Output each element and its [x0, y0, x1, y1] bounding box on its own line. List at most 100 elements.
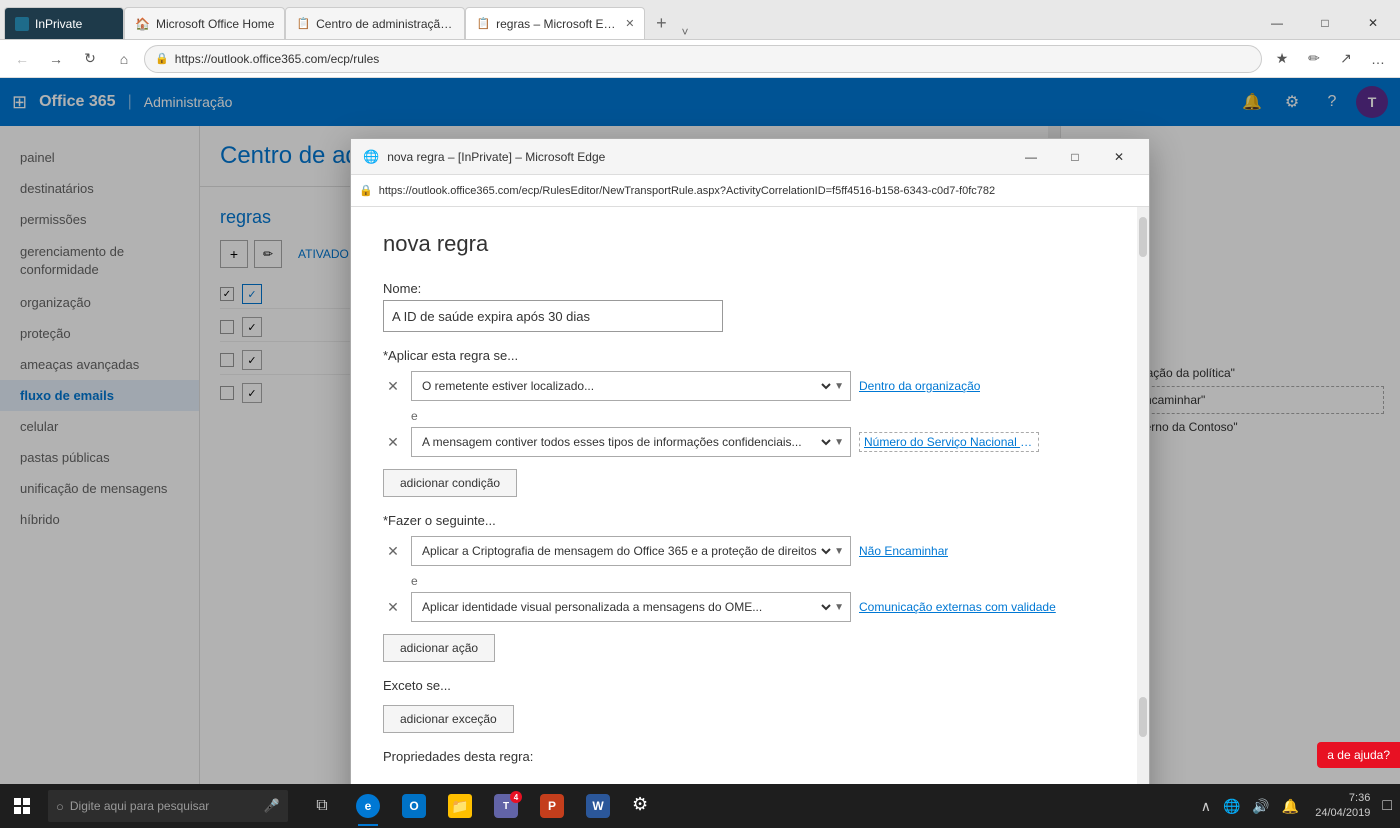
condition2-select[interactable]: A mensagem contiver todos esses tipos de…: [411, 427, 851, 457]
action2-select[interactable]: Aplicar identidade visual personalizada …: [411, 592, 851, 622]
tab-office-home[interactable]: 🏠 Microsoft Office Home: [124, 7, 285, 39]
teams-badge: 4: [510, 791, 522, 803]
remove-condition2-btn[interactable]: ✕: [383, 432, 403, 452]
popup-close-btn[interactable]: ✕: [1101, 143, 1137, 171]
taskbar-search[interactable]: ○ Digite aqui para pesquisar 🎤: [48, 790, 288, 822]
popup-scrollbar-thumb2: [1139, 697, 1147, 737]
popup-lock-icon: 🔒: [359, 184, 373, 197]
action1-select[interactable]: Aplicar a Criptografia de mensagem do Of…: [411, 536, 851, 566]
tab-regras[interactable]: 📋 regras – Microsoft Exch ✕: [465, 7, 645, 39]
properties-section: Propriedades desta regra:: [383, 749, 1117, 764]
inprivate-icon: [15, 17, 29, 31]
remove-condition1-btn[interactable]: ✕: [383, 376, 403, 396]
action1-select-input[interactable]: Aplicar a Criptografia de mensagem do Of…: [418, 543, 834, 559]
taskbar-edge[interactable]: e: [346, 784, 390, 828]
taskbar: ○ Digite aqui para pesquisar 🎤 ⧉ e O 📁 T…: [0, 784, 1400, 828]
taskbar-teams[interactable]: T 4: [484, 784, 528, 828]
tab-office-home-label: Microsoft Office Home: [156, 17, 274, 31]
new-tab-button[interactable]: +: [645, 7, 677, 39]
minimize-button[interactable]: —: [1254, 7, 1300, 39]
condition-and-2: e: [411, 574, 1117, 588]
popup-titlebar: 🌐 nova regra – [InPrivate] – Microsoft E…: [351, 139, 1149, 175]
form-name-section: Nome:: [383, 281, 1117, 332]
share-icon[interactable]: ↗: [1332, 45, 1360, 73]
condition2-select-input[interactable]: A mensagem contiver todos esses tipos de…: [418, 434, 834, 450]
popup-scrollbar[interactable]: [1137, 207, 1149, 788]
tab-overflow-button[interactable]: ˅: [677, 25, 692, 39]
popup-title-icon: 🌐: [363, 149, 379, 165]
read-icon[interactable]: ✏: [1300, 45, 1328, 73]
taskbar-task-view[interactable]: ⧉: [300, 784, 344, 828]
start-button[interactable]: [0, 784, 44, 828]
add-action-btn[interactable]: adicionar ação: [383, 634, 495, 662]
home-button[interactable]: ⌂: [110, 45, 138, 73]
condition1-arrow: ▼: [834, 381, 844, 392]
edge-icon: e: [356, 794, 380, 818]
taskbar-explorer[interactable]: 📁: [438, 784, 482, 828]
mic-icon[interactable]: 🎤: [264, 798, 280, 814]
condition-row-1: ✕ O remetente estiver localizado... ▼ De…: [383, 371, 1117, 401]
action-row-1: ✕ Aplicar a Criptografia de mensagem do …: [383, 536, 1117, 566]
tab-admin-label: Centro de administração do: [316, 17, 454, 31]
taskbar-settings[interactable]: ⚙: [622, 784, 666, 828]
taskbar-ppt[interactable]: P: [530, 784, 574, 828]
tab-bar: InPrivate 🏠 Microsoft Office Home 📋 Cent…: [0, 0, 1400, 40]
popup-minimize-btn[interactable]: —: [1013, 143, 1049, 171]
properties-label: Propriedades desta regra:: [383, 749, 1117, 764]
add-except-btn[interactable]: adicionar exceção: [383, 705, 514, 733]
popup-page-title: nova regra: [383, 231, 1117, 257]
ppt-icon: P: [540, 794, 564, 818]
help-button[interactable]: a de ajuda?: [1317, 742, 1400, 768]
favorites-icon[interactable]: ★: [1268, 45, 1296, 73]
tab-regras-label: regras – Microsoft Exch: [496, 17, 619, 31]
condition2-link[interactable]: Número do Serviço Nacional de Saúde: [859, 432, 1039, 452]
taskbar-expand-icon[interactable]: ∧: [1197, 798, 1215, 815]
taskbar-speaker-icon[interactable]: 🔊: [1248, 798, 1273, 815]
condition1-select-input[interactable]: O remetente estiver localizado...: [418, 378, 834, 394]
condition1-link[interactable]: Dentro da organização: [859, 379, 980, 393]
action1-link[interactable]: Não Encaminhar: [859, 544, 948, 558]
url-bar[interactable]: 🔒 https://outlook.office365.com/ecp/rule…: [144, 45, 1262, 73]
settings-gear-icon: ⚙: [632, 794, 656, 818]
windows-logo: [14, 798, 30, 814]
apply-label: *Aplicar esta regra se...: [383, 348, 1117, 363]
back-button[interactable]: ←: [8, 45, 36, 73]
taskbar-outlook[interactable]: O: [392, 784, 436, 828]
add-condition-btn[interactable]: adicionar condição: [383, 469, 517, 497]
tab-inprivate[interactable]: InPrivate: [4, 7, 124, 39]
taskbar-word[interactable]: W: [576, 784, 620, 828]
taskbar-network-icon[interactable]: 🌐: [1219, 798, 1244, 815]
taskbar-clock[interactable]: 7:36 24/04/2019: [1307, 791, 1378, 822]
forward-button[interactable]: →: [42, 45, 70, 73]
action2-link[interactable]: Comunicação externas com validade: [859, 600, 1056, 614]
teams-icon: T 4: [494, 794, 518, 818]
form-name-input[interactable]: [383, 300, 723, 332]
remove-action2-btn[interactable]: ✕: [383, 597, 403, 617]
taskbar-apps: ⧉ e O 📁 T 4 P W ⚙: [300, 784, 666, 828]
browser-frame: InPrivate 🏠 Microsoft Office Home 📋 Cent…: [0, 0, 1400, 828]
action-row-2: ✕ Aplicar identidade visual personalizad…: [383, 592, 1117, 622]
condition1-select[interactable]: O remetente estiver localizado... ▼: [411, 371, 851, 401]
action2-select-input[interactable]: Aplicar identidade visual personalizada …: [418, 599, 834, 615]
notification-icon[interactable]: □: [1382, 797, 1392, 815]
tab-regras-close[interactable]: ✕: [625, 17, 634, 30]
action1-arrow: ▼: [834, 546, 844, 557]
maximize-button[interactable]: □: [1302, 7, 1348, 39]
menu-icon[interactable]: …: [1364, 45, 1392, 73]
tab-inprivate-label: InPrivate: [35, 17, 113, 31]
tab-admin[interactable]: 📋 Centro de administração do: [285, 7, 465, 39]
action2-arrow: ▼: [834, 602, 844, 613]
task-view-icon: ⧉: [316, 797, 327, 815]
taskbar-volume-icon[interactable]: 🔔: [1278, 798, 1303, 815]
toolbar-icons: ★ ✏ ↗ …: [1268, 45, 1392, 73]
refresh-button[interactable]: ↻: [76, 45, 104, 73]
popup-url-text: https://outlook.office365.com/ecp/RulesE…: [379, 185, 1141, 197]
search-icon: ○: [56, 799, 64, 814]
outlook-icon: O: [402, 794, 426, 818]
apply-condition-section: *Aplicar esta regra se... ✕ O remetente …: [383, 348, 1117, 497]
popup-maximize-btn[interactable]: □: [1057, 143, 1093, 171]
word-icon: W: [586, 794, 610, 818]
admin-icon: 📋: [296, 17, 310, 30]
close-button[interactable]: ✕: [1350, 7, 1396, 39]
remove-action1-btn[interactable]: ✕: [383, 541, 403, 561]
